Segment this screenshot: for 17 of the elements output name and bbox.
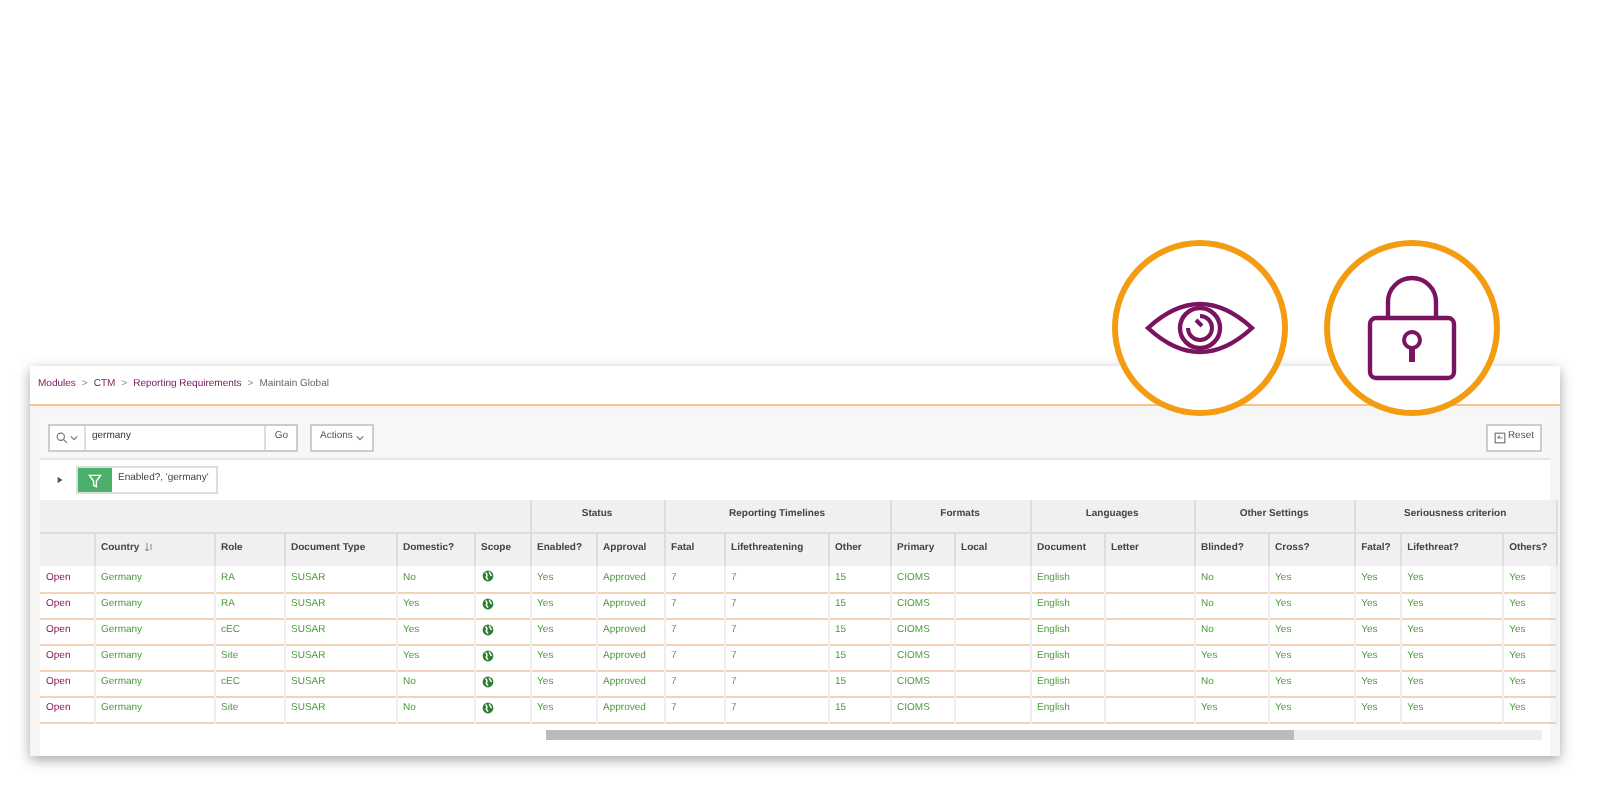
globe-icon (481, 597, 493, 610)
eye-icon (1144, 296, 1256, 360)
lock-icon (1364, 274, 1460, 382)
expand-icon[interactable] (56, 476, 64, 484)
filter-icon (88, 473, 102, 487)
filter-badge[interactable] (78, 468, 112, 492)
globe-icon (481, 701, 493, 714)
globe-icon (481, 570, 493, 583)
sort-icon (143, 542, 154, 553)
globe-icon (481, 675, 493, 688)
scrollbar[interactable] (546, 730, 1542, 740)
caret-icon (70, 433, 78, 441)
search-icon (56, 431, 68, 443)
caret-icon (356, 433, 365, 441)
globe-icon (481, 649, 493, 662)
globe-icon (481, 623, 493, 636)
reset-icon (1493, 431, 1506, 443)
